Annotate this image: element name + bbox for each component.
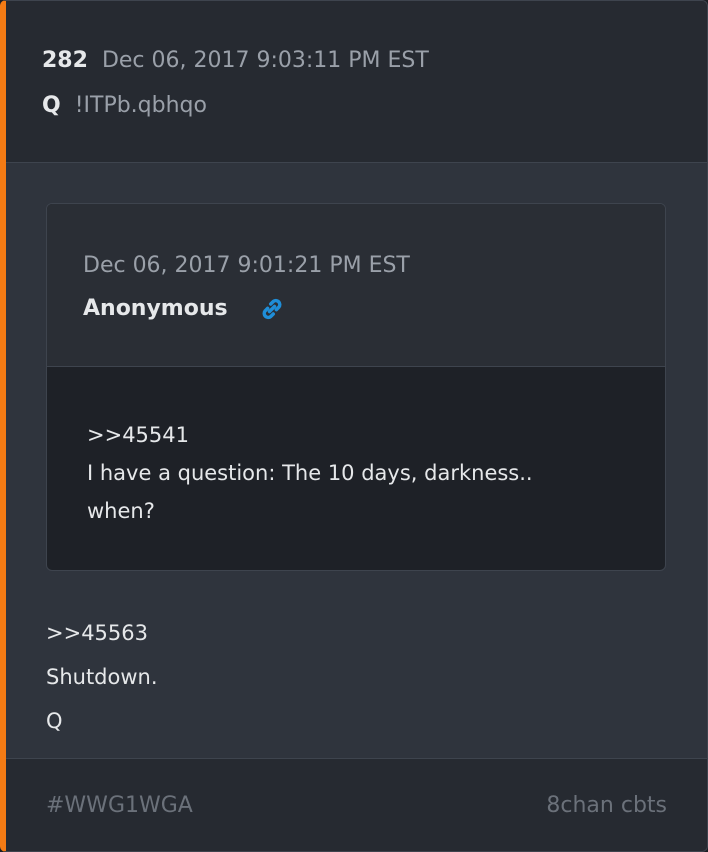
- post-text-line: Shutdown.: [46, 665, 158, 689]
- post-meta: 282 Dec 06, 2017 9:03:11 PM EST: [42, 48, 429, 73]
- post-footer: #WWG1WGA 8chan cbts: [6, 758, 707, 851]
- post-body: >>45563 Shutdown. Q: [46, 611, 158, 743]
- link-icon[interactable]: [257, 294, 287, 324]
- post-number: 282: [42, 48, 88, 73]
- post-card: 282 Dec 06, 2017 9:03:11 PM EST Q !ITPb.qb…: [0, 0, 708, 852]
- post-tripcode: !ITPb.qbhqo: [74, 93, 207, 118]
- quoted-post: Dec 06, 2017 9:01:21 PM EST Anonymous >>…: [46, 203, 666, 571]
- quoted-post-reply-ref: >>45541: [87, 423, 189, 447]
- quoted-post-text-line: when?: [87, 499, 155, 523]
- quoted-post-author: Anonymous: [83, 296, 228, 321]
- quoted-post-text-line: I have a question: The 10 days, darkness…: [87, 461, 533, 485]
- quoted-post-body: >>45541 I have a question: The 10 days, …: [87, 416, 637, 530]
- post-source: 8chan cbts: [546, 793, 667, 818]
- post-header: 282 Dec 06, 2017 9:03:11 PM EST Q !ITPb.qb…: [6, 1, 707, 163]
- post-reply-ref: >>45563: [46, 621, 148, 645]
- quoted-post-header: Dec 06, 2017 9:01:21 PM EST Anonymous: [47, 204, 665, 367]
- post-author: Q: [42, 93, 61, 118]
- post-author-row: Q !ITPb.qbhqo: [42, 93, 207, 118]
- post-signature: Q: [46, 709, 63, 733]
- post-date: Dec 06, 2017 9:03:11 PM EST: [101, 48, 429, 73]
- hashtag: #WWG1WGA: [46, 793, 193, 818]
- quoted-post-date: Dec 06, 2017 9:01:21 PM EST: [83, 253, 410, 278]
